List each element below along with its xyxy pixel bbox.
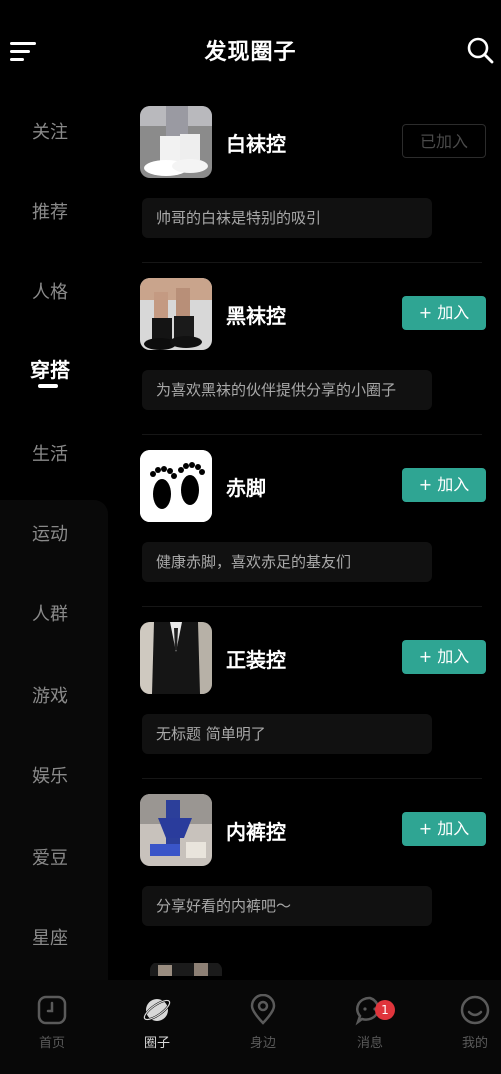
tab-label: 消息	[356, 1036, 383, 1051]
tab-label: 我的	[461, 1036, 488, 1051]
black-socks-photo	[140, 278, 212, 350]
suit-photo	[140, 622, 212, 694]
join-button[interactable]: + 加入	[402, 296, 486, 330]
sidebar-item-life[interactable]: 生活	[0, 440, 100, 466]
circle-name: 内裤控	[226, 820, 286, 844]
circle-name: 黑袜控	[226, 304, 286, 328]
home-icon	[37, 995, 67, 1025]
circle-list: 白袜控 已加入 帅哥的白袜是特别的吸引 黑袜控 + 加入 为喜欢黑袜的伙伴提供分…	[130, 96, 501, 976]
tab-nearby[interactable]: 身边	[228, 994, 298, 1051]
search-icon[interactable]	[466, 36, 494, 64]
app-header: 发现圈子	[0, 0, 501, 100]
sidebar-item-groups[interactable]: 人群	[0, 600, 100, 626]
page-title: 发现圈子	[204, 40, 297, 65]
location-pin-icon	[250, 994, 276, 1025]
joined-button[interactable]: 已加入	[402, 124, 486, 158]
circle-name: 赤脚	[226, 476, 266, 500]
active-indicator	[38, 384, 58, 388]
join-button[interactable]: + 加入	[402, 640, 486, 674]
circle-description: 无标题 简单明了	[142, 714, 432, 754]
profile-face-icon	[460, 995, 490, 1025]
tab-messages[interactable]: 消息 1	[335, 994, 405, 1051]
unread-badge: 1	[375, 1000, 395, 1020]
tab-circles[interactable]: 圈子	[122, 994, 192, 1051]
footprints-icon	[140, 450, 212, 522]
sidebar-item-personality[interactable]: 人格	[0, 278, 100, 304]
join-button[interactable]: + 加入	[402, 812, 486, 846]
divider	[142, 434, 482, 435]
sidebar-item-recommend[interactable]: 推荐	[0, 198, 100, 224]
join-button[interactable]: + 加入	[402, 468, 486, 502]
tab-label: 身边	[249, 1036, 276, 1051]
divider	[142, 262, 482, 263]
bottom-tab-bar: 首页 圈子 身边 消息 1 我的	[0, 980, 501, 1074]
sidebar-item-idol[interactable]: 爱豆	[0, 844, 100, 870]
tab-profile[interactable]: 我的	[440, 994, 501, 1051]
sidebar-item-outfit[interactable]: 穿搭	[0, 354, 100, 383]
white-socks-photo	[140, 106, 212, 178]
circle-description: 为喜欢黑袜的伙伴提供分享的小圈子	[142, 370, 432, 410]
circle-description: 健康赤脚，喜欢赤足的基友们	[142, 542, 432, 582]
sidebar-item-follow[interactable]: 关注	[0, 118, 100, 144]
circle-name: 白袜控	[226, 132, 286, 156]
divider	[142, 778, 482, 779]
circle-description: 分享好看的内裤吧～	[142, 886, 432, 926]
tab-label: 首页	[38, 1036, 65, 1051]
sidebar-item-sports[interactable]: 运动	[0, 520, 100, 546]
category-sidebar: 关注 推荐 人格 穿搭 生活 运动 人群 游戏 娱乐 爱豆 星座	[0, 90, 110, 1070]
tab-home[interactable]: 首页	[17, 994, 87, 1051]
next-item-thumbnail	[150, 962, 222, 976]
planet-icon	[143, 999, 171, 1021]
sidebar-item-games[interactable]: 游戏	[0, 682, 100, 708]
divider	[142, 606, 482, 607]
circle-name: 正装控	[226, 648, 286, 672]
tab-label: 圈子	[143, 1036, 170, 1051]
sidebar-item-zodiac[interactable]: 星座	[0, 924, 100, 950]
circle-description: 帅哥的白袜是特别的吸引	[142, 198, 432, 238]
sidebar-item-entertainment[interactable]: 娱乐	[0, 762, 100, 788]
underwear-photo	[140, 794, 212, 866]
